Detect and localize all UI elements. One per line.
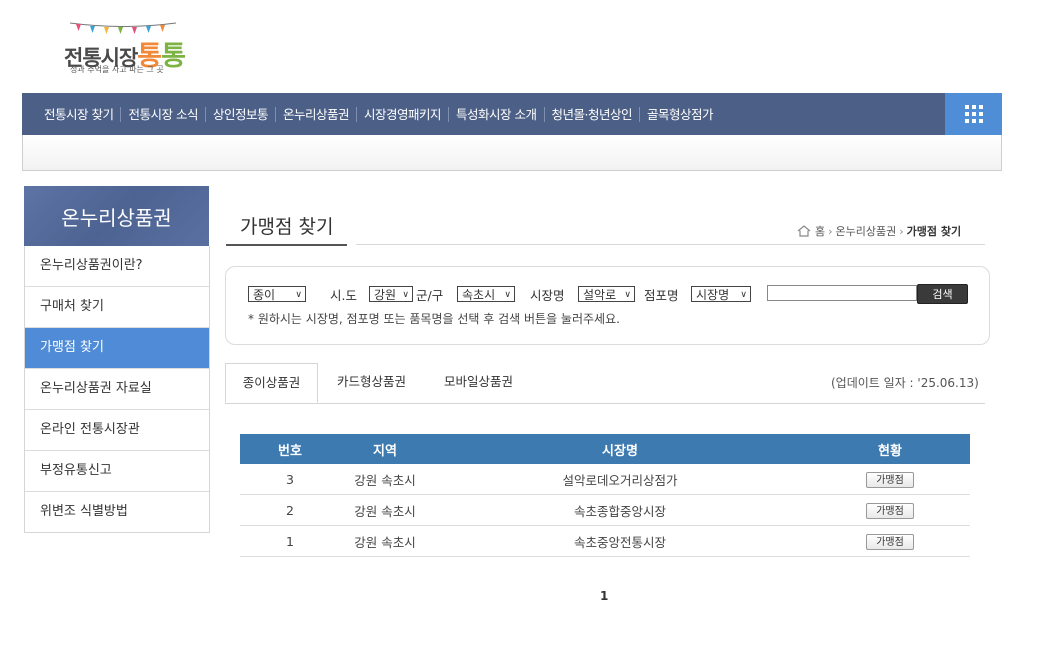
chevron-down-icon: ∨ [504, 290, 511, 300]
tab-card-voucher[interactable]: 카드형상품권 [337, 363, 406, 403]
store-list-button[interactable]: 가맹점 [866, 533, 914, 550]
sidebar-title: 온누리상품권 [61, 206, 172, 230]
nav-item-alley-shops[interactable]: 골목형상점가 [638, 106, 720, 122]
sidebar-item-online-market[interactable]: 온라인 전통시장관 [25, 409, 209, 450]
row-region: 강원 속초시 [340, 464, 430, 495]
table-header-row: 번호 지역 시장명 현황 [240, 434, 970, 464]
row-market: 속초중앙전통시장 [430, 525, 810, 557]
header-status: 현황 [810, 434, 970, 464]
row-number: 3 [240, 464, 340, 495]
sido-select[interactable]: 강원 ∨ [369, 286, 413, 302]
nav-menu: 전통시장 찾기 전통시장 소식 상인정보통 온누리상품권 시장경영패키지 특성화… [22, 93, 720, 135]
nav-item-merchant-info[interactable]: 상인정보통 [204, 106, 275, 122]
main-nav: 전통시장 찾기 전통시장 소식 상인정보통 온누리상품권 시장경영패키지 특성화… [22, 93, 1002, 135]
gungu-select[interactable]: 속초시 ∨ [457, 286, 515, 302]
site-logo[interactable]: 전통시장통통 정과 추억을 사고 파는 그 곳 [62, 18, 192, 80]
breadcrumb-current: 가맹점 찾기 [906, 225, 962, 238]
breadcrumb-separator-icon: › [899, 224, 904, 238]
result-table: 번호 지역 시장명 현황 3 강원 속초시 설악로데오거리상점가 가맹점 2 강… [240, 434, 970, 557]
nav-item-market-package[interactable]: 시장경영패키지 [356, 106, 448, 122]
row-status-cell: 가맹점 [810, 525, 970, 557]
breadcrumb-parent[interactable]: 온누리상품권 [836, 223, 897, 239]
logo-accent-2: 통 [161, 41, 186, 72]
page-title: 가맹점 찾기 [226, 212, 348, 246]
update-date: (업데이트 일자 : '25.06.13) [831, 376, 979, 390]
voucher-type-select[interactable]: 종이 ∨ [248, 286, 306, 302]
header-region: 지역 [340, 434, 430, 464]
chevron-down-icon: ∨ [624, 290, 631, 300]
table-row: 1 강원 속초시 속초중앙전통시장 가맹점 [240, 525, 970, 557]
row-region: 강원 속초시 [340, 525, 430, 557]
row-region: 강원 속초시 [340, 494, 430, 526]
market-value: 설악로 [583, 288, 617, 302]
grid-icon [964, 105, 983, 123]
pagination-current-page[interactable]: 1 [600, 589, 608, 603]
chevron-down-icon: ∨ [402, 290, 409, 300]
sidebar-item-store-search[interactable]: 가맹점 찾기 [25, 327, 209, 368]
row-number: 1 [240, 525, 340, 557]
market-select[interactable]: 설악로 ∨ [578, 286, 635, 302]
store-list-button[interactable]: 가맹점 [866, 502, 914, 519]
store-list-button[interactable]: 가맹점 [866, 471, 914, 488]
chevron-down-icon: ∨ [295, 290, 302, 300]
breadcrumb-separator-icon: › [828, 224, 833, 238]
header-number: 번호 [240, 434, 340, 464]
breadcrumb: 홈 › 온누리상품권 › 가맹점 찾기 [797, 223, 961, 239]
row-status-cell: 가맹점 [810, 464, 970, 495]
logo-tagline: 정과 추억을 사고 파는 그 곳 [70, 65, 164, 74]
tab-paper-voucher[interactable]: 종이상품권 [225, 363, 318, 403]
gungu-value: 속초시 [462, 288, 496, 302]
search-button[interactable]: 검색 [917, 284, 968, 304]
sidebar-menu: 온누리상품권이란? 구매처 찾기 가맹점 찾기 온누리상품권 자료실 온라인 전… [24, 246, 210, 533]
sidebar-item-about[interactable]: 온누리상품권이란? [25, 246, 209, 286]
header-market: 시장명 [430, 434, 810, 464]
table-row: 3 강원 속초시 설악로데오거리상점가 가맹점 [240, 464, 970, 495]
home-icon[interactable] [797, 225, 811, 237]
store-select[interactable]: 시장명 ∨ [691, 286, 751, 302]
chevron-down-icon: ∨ [740, 290, 747, 300]
row-number: 2 [240, 494, 340, 526]
all-menu-button[interactable] [945, 93, 1002, 135]
market-label: 시장명 [530, 288, 565, 303]
row-market: 설악로데오거리상점가 [430, 464, 810, 495]
nav-item-onnuri[interactable]: 온누리상품권 [274, 106, 356, 122]
keyword-input[interactable] [767, 285, 917, 301]
table-row: 2 강원 속초시 속초종합중앙시장 가맹점 [240, 494, 970, 526]
breadcrumb-home[interactable]: 홈 [815, 223, 825, 239]
row-market: 속초종합중앙시장 [430, 494, 810, 526]
sidebar-item-counterfeit[interactable]: 위변조 식별방법 [25, 491, 209, 532]
sidebar-item-archive[interactable]: 온누리상품권 자료실 [25, 368, 209, 409]
nav-item-market-search[interactable]: 전통시장 찾기 [38, 107, 120, 122]
tabs-divider [225, 403, 985, 404]
voucher-type-value: 종이 [253, 288, 276, 302]
tab-mobile-voucher[interactable]: 모바일상품권 [444, 363, 513, 403]
sub-menu-bar [22, 135, 1002, 171]
row-status-cell: 가맹점 [810, 494, 970, 526]
sidebar-item-purchase-places[interactable]: 구매처 찾기 [25, 286, 209, 327]
sidebar-item-fraud-report[interactable]: 부정유통신고 [25, 450, 209, 491]
store-label: 점포명 [644, 288, 679, 303]
search-hint: * 원하시는 시장명, 점포명 또는 품목명을 선택 후 검색 버튼을 눌러주세… [248, 312, 620, 326]
title-divider [356, 244, 985, 245]
nav-item-special-market[interactable]: 특성화시장 소개 [448, 106, 543, 122]
nav-item-youth-mall[interactable]: 청년몰·청년상인 [543, 106, 639, 122]
nav-item-market-news[interactable]: 전통시장 소식 [120, 106, 204, 122]
sidebar-header: 온누리상품권 [24, 186, 209, 246]
store-value: 시장명 [696, 288, 730, 302]
sido-value: 강원 [374, 288, 397, 302]
sido-label: 시.도 [330, 288, 357, 303]
search-panel: 종이 ∨ 시.도 강원 ∨ 군/구 속초시 ∨ 시장명 설악로 ∨ 점포명 시장명 ∨ 검… [225, 266, 990, 345]
gungu-label: 군/구 [416, 288, 444, 303]
bunting-decoration [69, 22, 177, 34]
